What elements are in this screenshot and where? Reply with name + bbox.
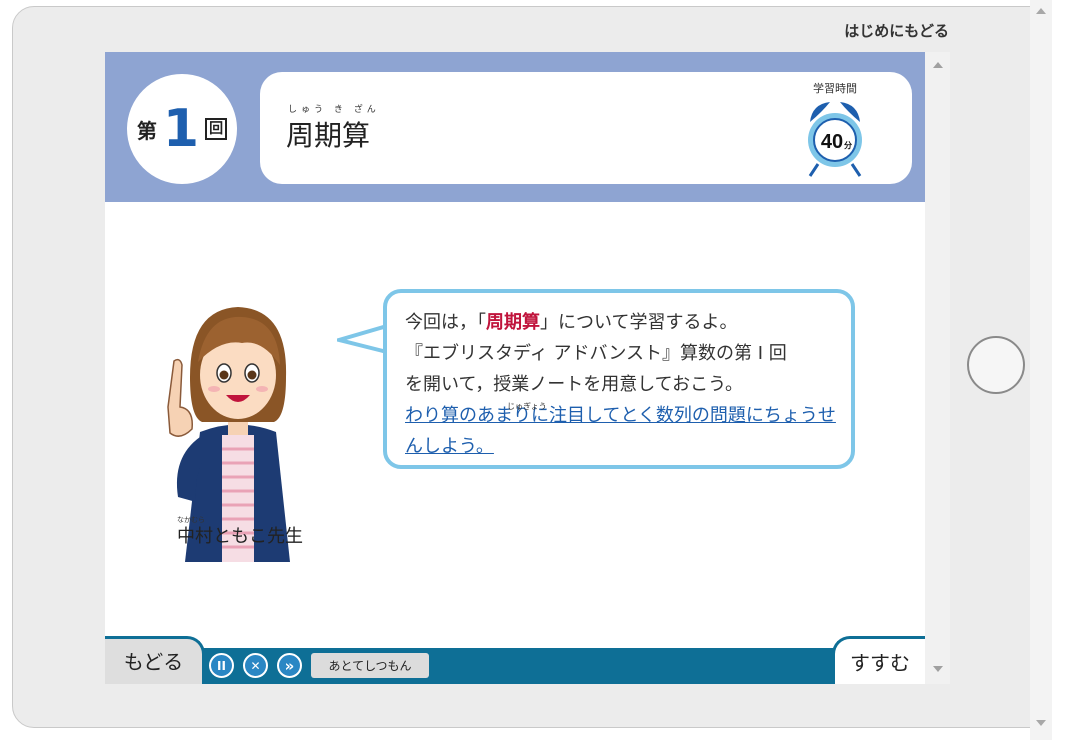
back-to-start-link[interactable]: はじめにもどる	[844, 20, 949, 41]
topic-highlight: 周期算	[486, 312, 540, 333]
bubble-text: 今回は，「周期算」について学習するよ。 『エブリスタディ アドバンスト』算数の第…	[405, 307, 845, 462]
title-panel: しゅう き ざん 周期算 学習時間 40 分	[260, 72, 912, 184]
page-scrollbar[interactable]	[1030, 0, 1052, 740]
skip-icon[interactable]: »	[277, 653, 302, 678]
screen-scroll-up-icon[interactable]	[933, 62, 943, 68]
home-button[interactable]	[967, 336, 1025, 394]
lesson-goal-link[interactable]: わり算のあまりに注目してとく数列の問題にちょうせんしよう。	[405, 400, 845, 462]
bubble-line-3: を開いて，授業ノートを用意しておこう。	[405, 374, 744, 395]
bubble-line-1-post: 」について学習するよ。	[540, 312, 738, 333]
close-icon[interactable]: ✕	[243, 653, 268, 678]
alarm-clock-icon: 40 分	[808, 102, 862, 177]
lesson-prefix: 第	[136, 118, 157, 143]
study-time-clock: 学習時間 40 分	[800, 80, 870, 180]
bubble-line-1: 今回は，「周期算」について学習するよ。	[405, 307, 845, 338]
lesson-screen: 第 1 回 しゅう き ざん 周期算 学習時間 40 分 なかむら 中村ともこ先…	[105, 52, 950, 684]
lesson-suffix: 回	[205, 118, 228, 140]
back-button[interactable]: もどる	[105, 636, 205, 684]
lesson-number: 1	[162, 99, 200, 159]
clock-unit: 分	[844, 140, 852, 150]
clock-minutes: 40	[821, 131, 843, 153]
scroll-up-icon[interactable]	[1036, 8, 1046, 14]
teacher-name: 中村ともこ先生	[177, 526, 303, 547]
lesson-header: 第 1 回 しゅう き ざん 周期算 学習時間 40 分	[105, 52, 925, 202]
jugyou-ruby: じゅぎょう	[507, 402, 547, 411]
page-title: 周期算	[286, 119, 371, 152]
next-button[interactable]: すすむ	[832, 636, 925, 684]
pause-icon[interactable]: II	[209, 653, 234, 678]
bottom-bar: もどる II ✕ » あとてしつもん すすむ	[105, 636, 925, 684]
bubble-line-1-pre: 今回は，「	[405, 312, 486, 333]
bubble-tail	[337, 324, 388, 354]
scroll-down-icon[interactable]	[1036, 720, 1046, 726]
screen-scroll-down-icon[interactable]	[933, 666, 943, 672]
lesson-number-badge: 第 1 回	[127, 74, 237, 184]
screen-scrollbar[interactable]	[925, 52, 950, 684]
ask-later-button[interactable]: あとてしつもん	[311, 653, 429, 678]
bubble-line-2: 『エブリスタディ アドバンスト』算数の第 Ⅰ 回	[405, 343, 787, 364]
speech-bubble: 今回は，「周期算」について学習するよ。 『エブリスタディ アドバンスト』算数の第…	[383, 289, 855, 469]
